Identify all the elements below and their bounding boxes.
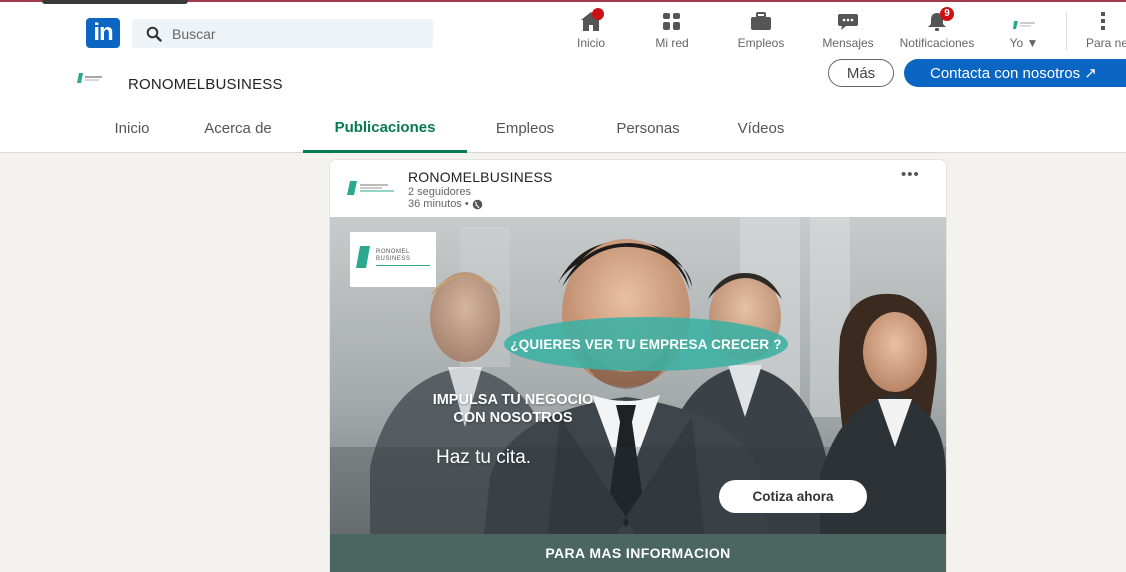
contact-us-button[interactable]: Contacta con nosotros ↗ <box>904 59 1126 87</box>
notification-dot <box>592 8 604 20</box>
contact-us-label: Contacta con nosotros <box>930 65 1081 82</box>
company-name: RONOMELBUSINESS <box>128 76 283 93</box>
logo-underline <box>376 265 430 266</box>
question-pill: ¿QUIERES VER TU EMPRESA CRECER ? <box>504 317 788 371</box>
nav-item-messaging[interactable]: Mensajes <box>819 8 877 52</box>
nav-label: Inicio <box>576 36 605 50</box>
tab-personas[interactable]: Personas <box>598 104 698 153</box>
briefcase-icon <box>751 12 771 30</box>
tab-publicaciones[interactable]: Publicaciones <box>303 104 467 153</box>
messaging-icon <box>838 14 858 30</box>
nav-label: Notificaciones <box>899 36 975 50</box>
logo-text-top: RONOMEL <box>376 249 410 255</box>
nav-label: Mensajes <box>822 36 874 50</box>
nav-label: Mi red <box>655 36 689 50</box>
nav-item-jobs[interactable]: Empleos <box>733 8 789 52</box>
nav-item-business[interactable]: Para neg <box>1086 8 1126 52</box>
post-timestamp: 36 minutos • <box>408 198 483 210</box>
top-navigation: in Inicio Mi red Empleos Mensajes <box>0 0 1126 52</box>
nav-item-notifications[interactable]: 9 Notificaciones <box>893 7 981 52</box>
headline-line-1: IMPULSA TU NEGOCIO <box>432 392 594 408</box>
linkedin-logo-icon[interactable]: in <box>86 18 120 48</box>
quote-button[interactable]: Cotiza ahora <box>719 480 867 513</box>
nav-item-home[interactable]: Inicio <box>569 8 613 52</box>
more-button[interactable]: Más <box>828 59 894 87</box>
post-image[interactable]: RONOMEL BUSINESS ¿QUIERES VER TU EMPRESA… <box>330 217 946 572</box>
image-company-logo: RONOMEL BUSINESS <box>350 232 436 287</box>
company-header: RONOMELBUSINESS Más Contacta con nosotro… <box>0 52 1126 153</box>
globe-icon <box>472 199 483 209</box>
nav-label: Yo ▼ <box>1010 36 1039 50</box>
nav-item-my-network[interactable]: Mi red <box>647 8 697 52</box>
post-card: RONOMELBUSINESS 2 seguidores 36 minutos … <box>330 160 946 572</box>
me-label: Yo <box>1009 36 1024 50</box>
nav-divider <box>1066 12 1067 50</box>
post-time-text: 36 minutos • <box>408 198 469 210</box>
tab-inicio[interactable]: Inicio <box>92 104 172 153</box>
post-author-logo[interactable] <box>344 174 398 202</box>
notification-count-badge: 9 <box>940 7 954 21</box>
post-options-menu[interactable]: ••• <box>901 166 920 183</box>
profile-avatar <box>1013 21 1035 29</box>
post-header: RONOMELBUSINESS 2 seguidores 36 minutos … <box>330 160 946 217</box>
nav-label: Para neg <box>1086 36 1126 50</box>
tab-acerca-de[interactable]: Acerca de <box>188 104 288 153</box>
nav-label: Empleos <box>737 36 785 50</box>
logo-text-bottom: BUSINESS <box>376 256 411 262</box>
search-bar[interactable] <box>132 19 433 48</box>
post-author-name[interactable]: RONOMELBUSINESS <box>408 169 553 185</box>
headline-line-2: CON NOSOTROS <box>453 410 573 426</box>
browser-tab-indicator <box>42 0 188 4</box>
network-icon <box>663 13 680 30</box>
post-follower-count: 2 seguidores <box>408 186 471 198</box>
company-tabs: Inicio Acerca de Publicaciones Empleos P… <box>0 104 1126 153</box>
tab-videos[interactable]: Vídeos <box>716 104 806 153</box>
info-banner: PARA MAS INFORMACION <box>330 534 946 572</box>
search-icon <box>146 26 162 42</box>
nav-item-me[interactable]: Yo ▼ <box>1004 8 1044 52</box>
chevron-down-icon: ▼ <box>1026 36 1039 50</box>
tab-empleos[interactable]: Empleos <box>480 104 570 153</box>
grid-icon <box>1101 12 1105 30</box>
search-input[interactable] <box>172 25 412 42</box>
image-headline: IMPULSA TU NEGOCIO CON NOSOTROS <box>408 391 618 427</box>
appointment-text: Haz tu cita. <box>436 447 532 468</box>
external-link-icon: ↗ <box>1084 65 1097 82</box>
company-logo[interactable] <box>77 72 103 84</box>
